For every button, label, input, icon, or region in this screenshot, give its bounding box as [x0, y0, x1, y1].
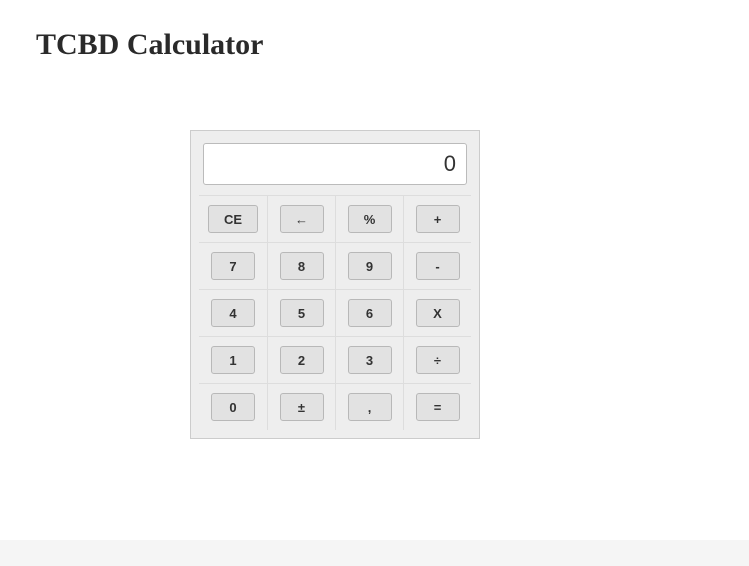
display-row [199, 139, 471, 195]
plus-button[interactable]: + [416, 205, 460, 233]
cell: + [403, 195, 471, 242]
page-title: TCBD Calculator [0, 0, 749, 62]
multiply-button[interactable]: X [416, 299, 460, 327]
cell: 7 [199, 242, 267, 289]
cell: % [335, 195, 403, 242]
calculator-display[interactable] [203, 143, 467, 185]
footer-bar [0, 540, 749, 566]
cell: 9 [335, 242, 403, 289]
cell: ± [267, 383, 335, 430]
cell: 6 [335, 289, 403, 336]
cell: X [403, 289, 471, 336]
cell: 5 [267, 289, 335, 336]
clear-entry-button[interactable]: CE [208, 205, 258, 233]
plus-minus-button[interactable]: ± [280, 393, 324, 421]
decimal-button[interactable]: , [348, 393, 392, 421]
percent-button[interactable]: % [348, 205, 392, 233]
minus-button[interactable]: - [416, 252, 460, 280]
cell: 4 [199, 289, 267, 336]
cell: - [403, 242, 471, 289]
cell: = [403, 383, 471, 430]
cell: 1 [199, 336, 267, 383]
digit-9-button[interactable]: 9 [348, 252, 392, 280]
digit-2-button[interactable]: 2 [280, 346, 324, 374]
calculator-container: CE ← % + 7 8 9 - 4 5 6 [190, 130, 480, 439]
button-grid: CE ← % + 7 8 9 - 4 5 6 [199, 195, 471, 430]
cell: ← [267, 195, 335, 242]
cell: 8 [267, 242, 335, 289]
equals-button[interactable]: = [416, 393, 460, 421]
backspace-button[interactable]: ← [280, 205, 324, 233]
digit-1-button[interactable]: 1 [211, 346, 255, 374]
digit-0-button[interactable]: 0 [211, 393, 255, 421]
digit-6-button[interactable]: 6 [348, 299, 392, 327]
cell: 3 [335, 336, 403, 383]
cell: , [335, 383, 403, 430]
divide-button[interactable]: ÷ [416, 346, 460, 374]
digit-5-button[interactable]: 5 [280, 299, 324, 327]
digit-8-button[interactable]: 8 [280, 252, 324, 280]
cell: 0 [199, 383, 267, 430]
digit-7-button[interactable]: 7 [211, 252, 255, 280]
cell: 2 [267, 336, 335, 383]
digit-3-button[interactable]: 3 [348, 346, 392, 374]
cell: CE [199, 195, 267, 242]
digit-4-button[interactable]: 4 [211, 299, 255, 327]
cell: ÷ [403, 336, 471, 383]
